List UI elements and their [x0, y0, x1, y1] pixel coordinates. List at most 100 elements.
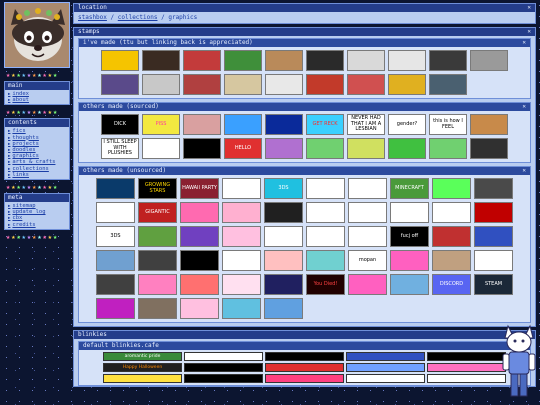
stamp-image[interactable]: [180, 250, 219, 271]
stamp-image[interactable]: [183, 74, 221, 95]
stamp-image[interactable]: [96, 250, 135, 271]
stamp-image[interactable]: [347, 74, 385, 95]
stamp-image[interactable]: fucj off: [390, 226, 429, 247]
stamp-image[interactable]: this is how I FEEL: [429, 114, 467, 135]
stamp-image[interactable]: [470, 114, 508, 135]
breadcrumb-stashbox[interactable]: stashbox: [78, 14, 107, 21]
stamp-image[interactable]: [138, 226, 177, 247]
blinkie-image[interactable]: [103, 374, 182, 383]
stamp-image[interactable]: DISCORD: [432, 274, 471, 295]
stamp-image[interactable]: [222, 298, 261, 319]
blinkie-image[interactable]: [427, 363, 506, 372]
stamp-image[interactable]: [224, 50, 262, 71]
stamp-image[interactable]: [306, 226, 345, 247]
close-icon[interactable]: ✕: [527, 4, 531, 12]
stamp-image[interactable]: [348, 226, 387, 247]
stamp-image[interactable]: [183, 138, 221, 159]
stamp-image[interactable]: [264, 298, 303, 319]
stamp-image[interactable]: [183, 114, 221, 135]
stamp-image[interactable]: [429, 50, 467, 71]
stamp-image[interactable]: [142, 74, 180, 95]
stamp-image[interactable]: [347, 50, 385, 71]
stamp-image[interactable]: [306, 138, 344, 159]
stamp-image[interactable]: [474, 250, 513, 271]
stamp-image[interactable]: [429, 74, 467, 95]
stamp-image[interactable]: [222, 202, 261, 223]
stamp-image[interactable]: [138, 298, 177, 319]
stamp-image[interactable]: [474, 202, 513, 223]
stamp-image[interactable]: GET RECK: [306, 114, 344, 135]
stamp-image[interactable]: 3DS: [96, 226, 135, 247]
blinkie-image[interactable]: [427, 352, 506, 361]
stamp-image[interactable]: HAWAII PARTY: [180, 178, 219, 199]
stamp-image[interactable]: [429, 138, 467, 159]
stamp-image[interactable]: [138, 250, 177, 271]
stamp-image[interactable]: HELLO: [224, 138, 262, 159]
stamp-image[interactable]: [101, 74, 139, 95]
stamp-image[interactable]: [388, 74, 426, 95]
stamp-image[interactable]: 3DS: [264, 178, 303, 199]
blinkie-image[interactable]: [184, 352, 263, 361]
stamp-image[interactable]: [264, 226, 303, 247]
stamp-image[interactable]: [474, 226, 513, 247]
stamp-image[interactable]: You Died!: [306, 274, 345, 295]
stamp-image[interactable]: [265, 114, 303, 135]
stamp-image[interactable]: [470, 50, 508, 71]
stamp-image[interactable]: [180, 226, 219, 247]
stamp-image[interactable]: [142, 138, 180, 159]
blinkie-image[interactable]: [184, 363, 263, 372]
stamp-image[interactable]: [306, 74, 344, 95]
stamp-image[interactable]: [180, 202, 219, 223]
stamp-image[interactable]: [390, 250, 429, 271]
stamp-image[interactable]: [180, 298, 219, 319]
stamp-image[interactable]: [306, 178, 345, 199]
stamp-image[interactable]: [474, 178, 513, 199]
stamp-image[interactable]: NEVER HAD THAT I AM A LESBIAN: [347, 114, 385, 135]
stamp-image[interactable]: [348, 202, 387, 223]
stamp-image[interactable]: [432, 178, 471, 199]
stamp-image[interactable]: [222, 178, 261, 199]
stamp-image[interactable]: I STILL SLEEP WITH PLUSHIES: [101, 138, 139, 159]
stamp-image[interactable]: [224, 74, 262, 95]
stamp-image[interactable]: [142, 50, 180, 71]
stamp-image[interactable]: [264, 202, 303, 223]
stamp-image[interactable]: [222, 250, 261, 271]
sidebar-link-links[interactable]: links: [8, 172, 66, 178]
blinkie-image[interactable]: [346, 374, 425, 383]
stamp-image[interactable]: [432, 226, 471, 247]
stamp-image[interactable]: [348, 274, 387, 295]
stamp-image[interactable]: GIGANTIC: [138, 202, 177, 223]
stamp-image[interactable]: [265, 50, 303, 71]
stamp-image[interactable]: [183, 50, 221, 71]
blinkie-image[interactable]: [346, 352, 425, 361]
close-icon[interactable]: ✕: [522, 167, 526, 175]
stamp-image[interactable]: PISS: [142, 114, 180, 135]
stamp-image[interactable]: DICK: [101, 114, 139, 135]
blinkie-image[interactable]: [427, 374, 506, 383]
stamp-image[interactable]: [222, 226, 261, 247]
stamp-image[interactable]: [432, 202, 471, 223]
stamp-image[interactable]: [96, 298, 135, 319]
stamp-image[interactable]: [390, 274, 429, 295]
stamp-image[interactable]: [265, 138, 303, 159]
stamp-image[interactable]: [470, 138, 508, 159]
stamp-image[interactable]: [348, 178, 387, 199]
stamp-image[interactable]: [306, 250, 345, 271]
stamp-image[interactable]: [222, 274, 261, 295]
stamp-image[interactable]: [306, 202, 345, 223]
stamp-image[interactable]: mopan: [348, 250, 387, 271]
stamp-image[interactable]: [432, 250, 471, 271]
stamp-image[interactable]: STEAM: [474, 274, 513, 295]
stamp-image[interactable]: [224, 114, 262, 135]
stamp-image[interactable]: [96, 178, 135, 199]
stamp-image[interactable]: gender?: [388, 114, 426, 135]
blinkie-image[interactable]: [346, 363, 425, 372]
stamp-image[interactable]: [96, 202, 135, 223]
blinkie-image[interactable]: Happy Halloween: [103, 363, 182, 372]
stamp-image[interactable]: [347, 138, 385, 159]
breadcrumb-collections[interactable]: collections: [118, 14, 158, 21]
stamp-image[interactable]: [388, 138, 426, 159]
stamp-image[interactable]: [264, 250, 303, 271]
stamp-image[interactable]: [388, 50, 426, 71]
close-icon[interactable]: ✕: [522, 39, 526, 47]
